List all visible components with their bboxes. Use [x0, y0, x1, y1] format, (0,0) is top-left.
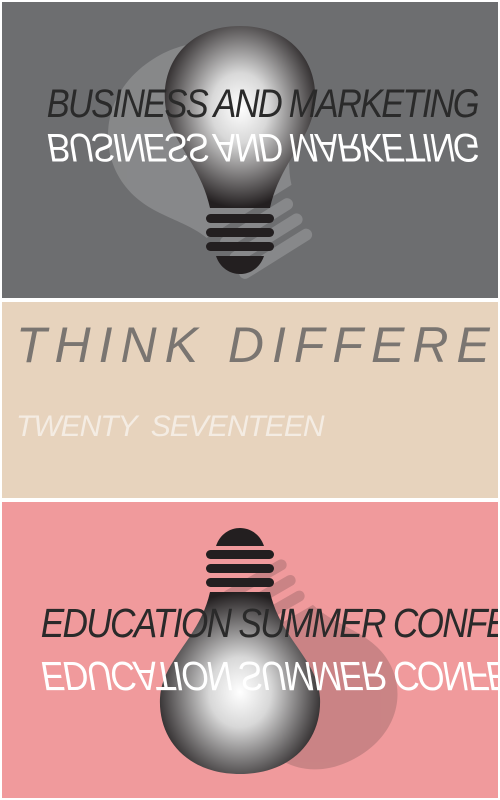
bottom-headline: EDUCATION SUMMER CONFERENCE	[40, 600, 498, 646]
middle-panel: THINK DIFFERENT. TWENTY SEVENTEEN	[2, 302, 498, 498]
tagline: THINK DIFFERENT.	[16, 317, 498, 373]
top-mirrored-headline: BUSINESS AND MARKETING	[46, 125, 478, 169]
top-headline: BUSINESS AND MARKETING	[46, 82, 480, 126]
bottom-mirrored-headline: EDUCATION SUMMER CONFERENCE	[40, 653, 498, 699]
poster: BUSINESS AND MARKETING BUSINESS AND MARK…	[0, 0, 500, 800]
top-panel: BUSINESS AND MARKETING BUSINESS AND MARK…	[2, 2, 498, 298]
bottom-panel: EDUCATION SUMMER CONFERENCE EDUCATION SU…	[2, 502, 498, 798]
bottom-lightbulb-illustration	[2, 502, 498, 798]
year-line: TWENTY SEVENTEEN	[16, 410, 324, 443]
